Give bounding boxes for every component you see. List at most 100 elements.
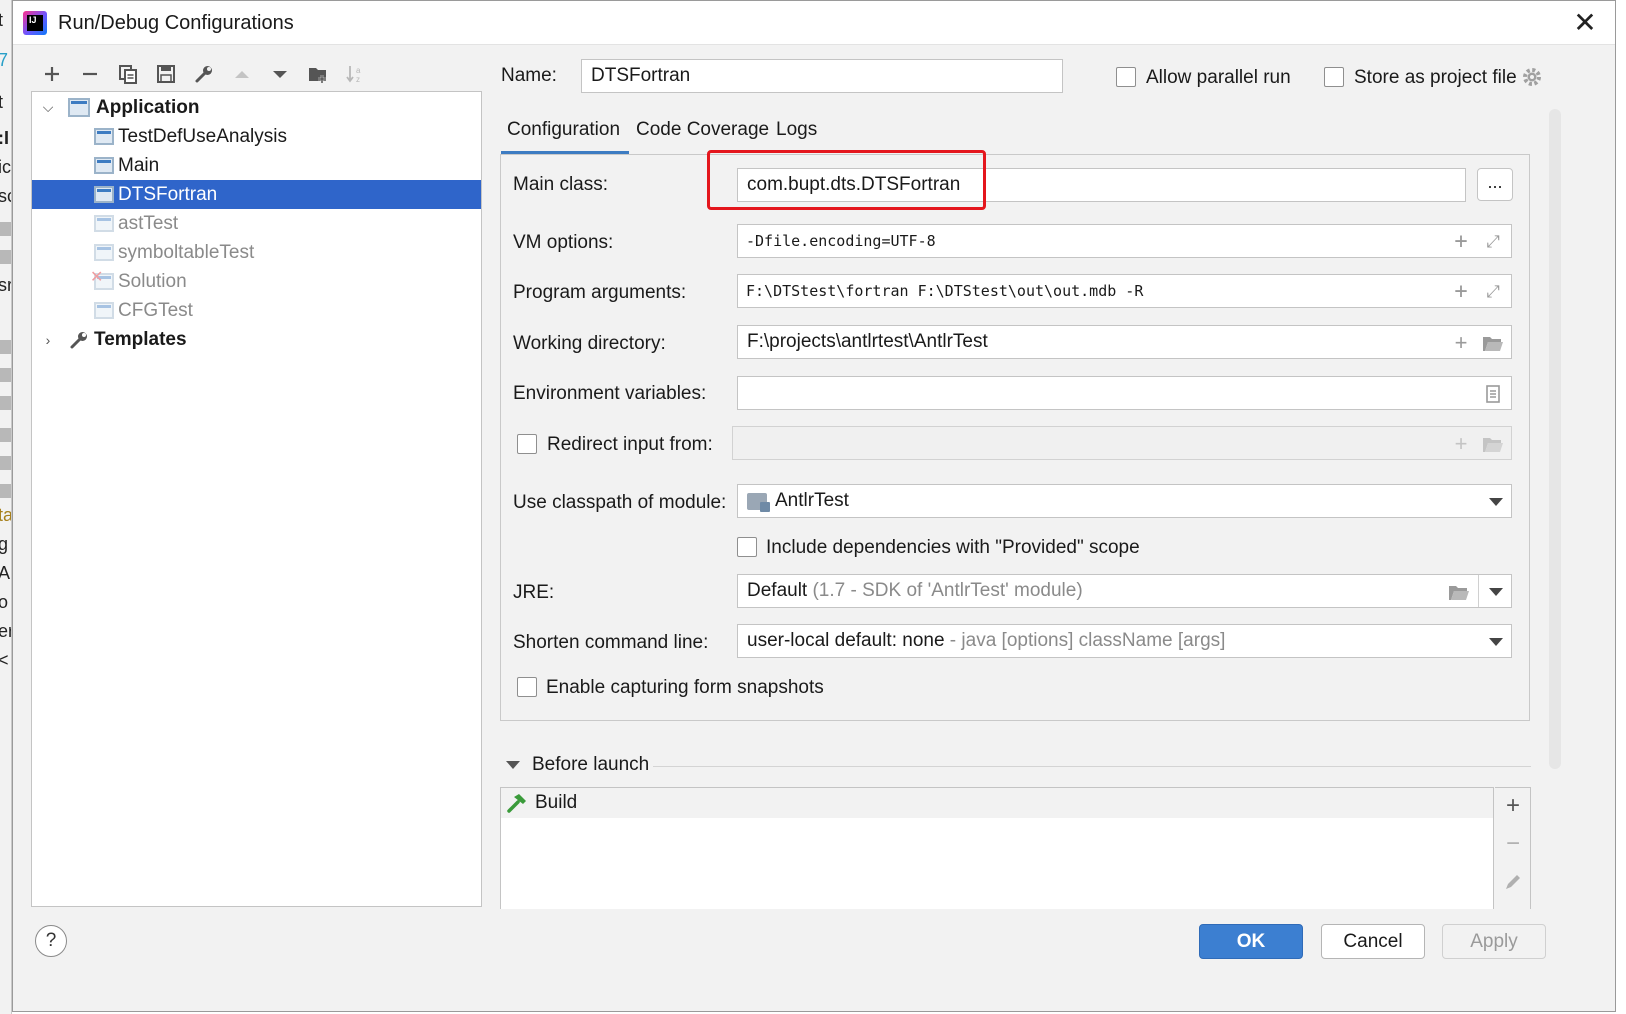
plus-icon[interactable]: + <box>1450 332 1472 354</box>
before-launch-item-label: Build <box>535 792 578 813</box>
tree-node-templates[interactable]: › Templates <box>32 325 481 354</box>
application-config-icon <box>94 128 114 145</box>
tree-node-label: Templates <box>94 328 187 350</box>
jre-value: Default <box>747 580 808 601</box>
move-down-button[interactable] <box>261 59 299 89</box>
expand-icon[interactable]: ⤢ <box>1482 281 1504 303</box>
jre-label: JRE: <box>513 582 555 603</box>
name-input[interactable]: DTSFortran <box>581 59 1063 93</box>
program-arguments-label: Program arguments: <box>513 282 687 303</box>
hammer-icon <box>507 794 526 813</box>
plus-icon[interactable]: + <box>1450 231 1472 253</box>
triangle-down-icon <box>506 761 520 769</box>
tree-item-cfgtest[interactable]: CFGTest <box>32 296 481 325</box>
program-arguments-input[interactable]: F:\DTStest\fortran F:\DTStest\out\out.md… <box>737 274 1512 308</box>
ok-button[interactable]: OK <box>1199 924 1303 959</box>
plus-icon <box>45 67 59 81</box>
plus-icon: + <box>1454 431 1468 456</box>
save-config-button[interactable] <box>147 59 185 89</box>
environment-variables-input[interactable] <box>737 376 1512 410</box>
new-folder-button[interactable] <box>299 59 337 89</box>
chevron-down-icon[interactable]: ⌵ <box>40 99 56 116</box>
copy-icon <box>119 65 137 84</box>
working-directory-label: Working directory: <box>513 333 666 354</box>
cancel-button[interactable]: Cancel <box>1321 924 1425 959</box>
add-config-button[interactable] <box>33 59 71 89</box>
dropdown-arrow-icon <box>1489 638 1503 646</box>
folder-open-icon[interactable] <box>1448 581 1470 603</box>
working-directory-input[interactable]: F:\projects\antlrtest\AntlrTest + <box>737 325 1512 359</box>
store-project-checkbox[interactable] <box>1324 67 1344 87</box>
application-config-icon <box>94 186 114 203</box>
scrollbar[interactable] <box>1549 109 1561 769</box>
shorten-command-select[interactable]: user-local default: none - java [options… <box>737 624 1512 658</box>
plus-icon[interactable]: + <box>1450 281 1472 303</box>
sort-button[interactable]: az <box>337 59 375 89</box>
redirect-input-field[interactable]: + <box>732 426 1512 460</box>
divider <box>653 766 1531 767</box>
configuration-tree: ⌵ Application TestDefUseAnalysis Main DT… <box>31 91 482 907</box>
include-provided-checkbox[interactable] <box>737 537 757 557</box>
wrench-icon <box>70 331 87 348</box>
shorten-command-label: Shorten command line: <box>513 632 709 653</box>
shorten-command-value: user-local default: none <box>747 630 945 651</box>
minus-icon <box>83 72 97 76</box>
list-item[interactable]: Build <box>501 788 1493 818</box>
tree-node-application[interactable]: ⌵ Application <box>32 93 481 122</box>
close-icon[interactable]: ✕ <box>1571 9 1599 37</box>
application-config-icon: ✕ <box>90 269 114 290</box>
before-launch-label: Before launch <box>532 754 650 775</box>
application-config-icon <box>94 215 114 232</box>
shorten-command-hint: - java [options] className [args] <box>949 630 1226 651</box>
vm-options-input[interactable]: -Dfile.encoding=UTF-8 + ⤢ <box>737 224 1512 258</box>
main-class-input[interactable]: com.bupt.dts.DTSFortran <box>737 168 1466 202</box>
apply-button[interactable]: Apply <box>1442 924 1546 959</box>
arrow-up-icon <box>235 71 249 78</box>
tab-logs[interactable]: Logs <box>776 119 817 141</box>
ide-fragment: < <box>0 650 9 671</box>
gear-icon[interactable] <box>1521 66 1543 88</box>
edit-defaults-button[interactable] <box>185 59 223 89</box>
classpath-module-select[interactable]: AntlrTest <box>737 484 1512 518</box>
tab-code-coverage[interactable]: Code Coverage <box>636 119 769 141</box>
ide-fragment: 7 <box>0 50 8 71</box>
tree-item-symboltabletest[interactable]: symboltableTest <box>32 238 481 267</box>
title-bar: Run/Debug Configurations ✕ <box>13 1 1615 45</box>
tree-item-dtsfortran[interactable]: DTSFortran <box>32 180 481 209</box>
form-snapshots-checkbox[interactable] <box>517 677 537 697</box>
tree-node-label: Application <box>96 96 200 118</box>
help-button[interactable]: ? <box>35 925 67 957</box>
wrench-icon <box>195 66 212 83</box>
tree-item-testdefuseanalysis[interactable]: TestDefUseAnalysis <box>32 122 481 151</box>
save-icon <box>157 65 175 83</box>
remove-config-button[interactable] <box>71 59 109 89</box>
svg-text:a: a <box>356 66 361 75</box>
move-up-button[interactable] <box>223 59 261 89</box>
allow-parallel-label: Allow parallel run <box>1146 67 1291 88</box>
redirect-input-checkbox[interactable] <box>517 434 537 454</box>
jre-select[interactable]: Default (1.7 - SDK of 'AntlrTest' module… <box>737 574 1512 608</box>
folder-open-icon[interactable] <box>1482 332 1504 354</box>
pencil-icon[interactable] <box>1501 870 1525 894</box>
tree-item-label: Main <box>118 154 160 176</box>
expand-icon[interactable]: ⤢ <box>1482 231 1504 253</box>
tree-item-solution[interactable]: ✕ Solution <box>32 267 481 296</box>
vm-options-value: -Dfile.encoding=UTF-8 <box>746 232 936 250</box>
name-label: Name: <box>501 65 557 86</box>
tree-item-main[interactable]: Main <box>32 151 481 180</box>
chevron-right-icon[interactable]: › <box>40 332 56 348</box>
before-launch-toggle[interactable]: Before launch <box>506 751 649 779</box>
browse-main-class-button[interactable]: ... <box>1477 168 1513 201</box>
document-icon[interactable] <box>1482 383 1504 405</box>
tree-item-label: TestDefUseAnalysis <box>118 125 287 147</box>
copy-config-button[interactable] <box>109 59 147 89</box>
background-ide-window: t 7 t :I ic sc sr ta g A o er < <box>0 0 12 1014</box>
dropdown-arrow-icon <box>1489 588 1503 596</box>
plus-icon[interactable]: + <box>1501 794 1525 818</box>
minus-icon[interactable]: − <box>1501 832 1525 856</box>
allow-parallel-checkbox[interactable] <box>1116 67 1136 87</box>
tab-configuration[interactable]: Configuration <box>507 119 620 141</box>
folder-open-icon <box>1483 438 1503 452</box>
tree-item-asttest[interactable]: astTest <box>32 209 481 238</box>
window-title: Run/Debug Configurations <box>58 12 294 34</box>
